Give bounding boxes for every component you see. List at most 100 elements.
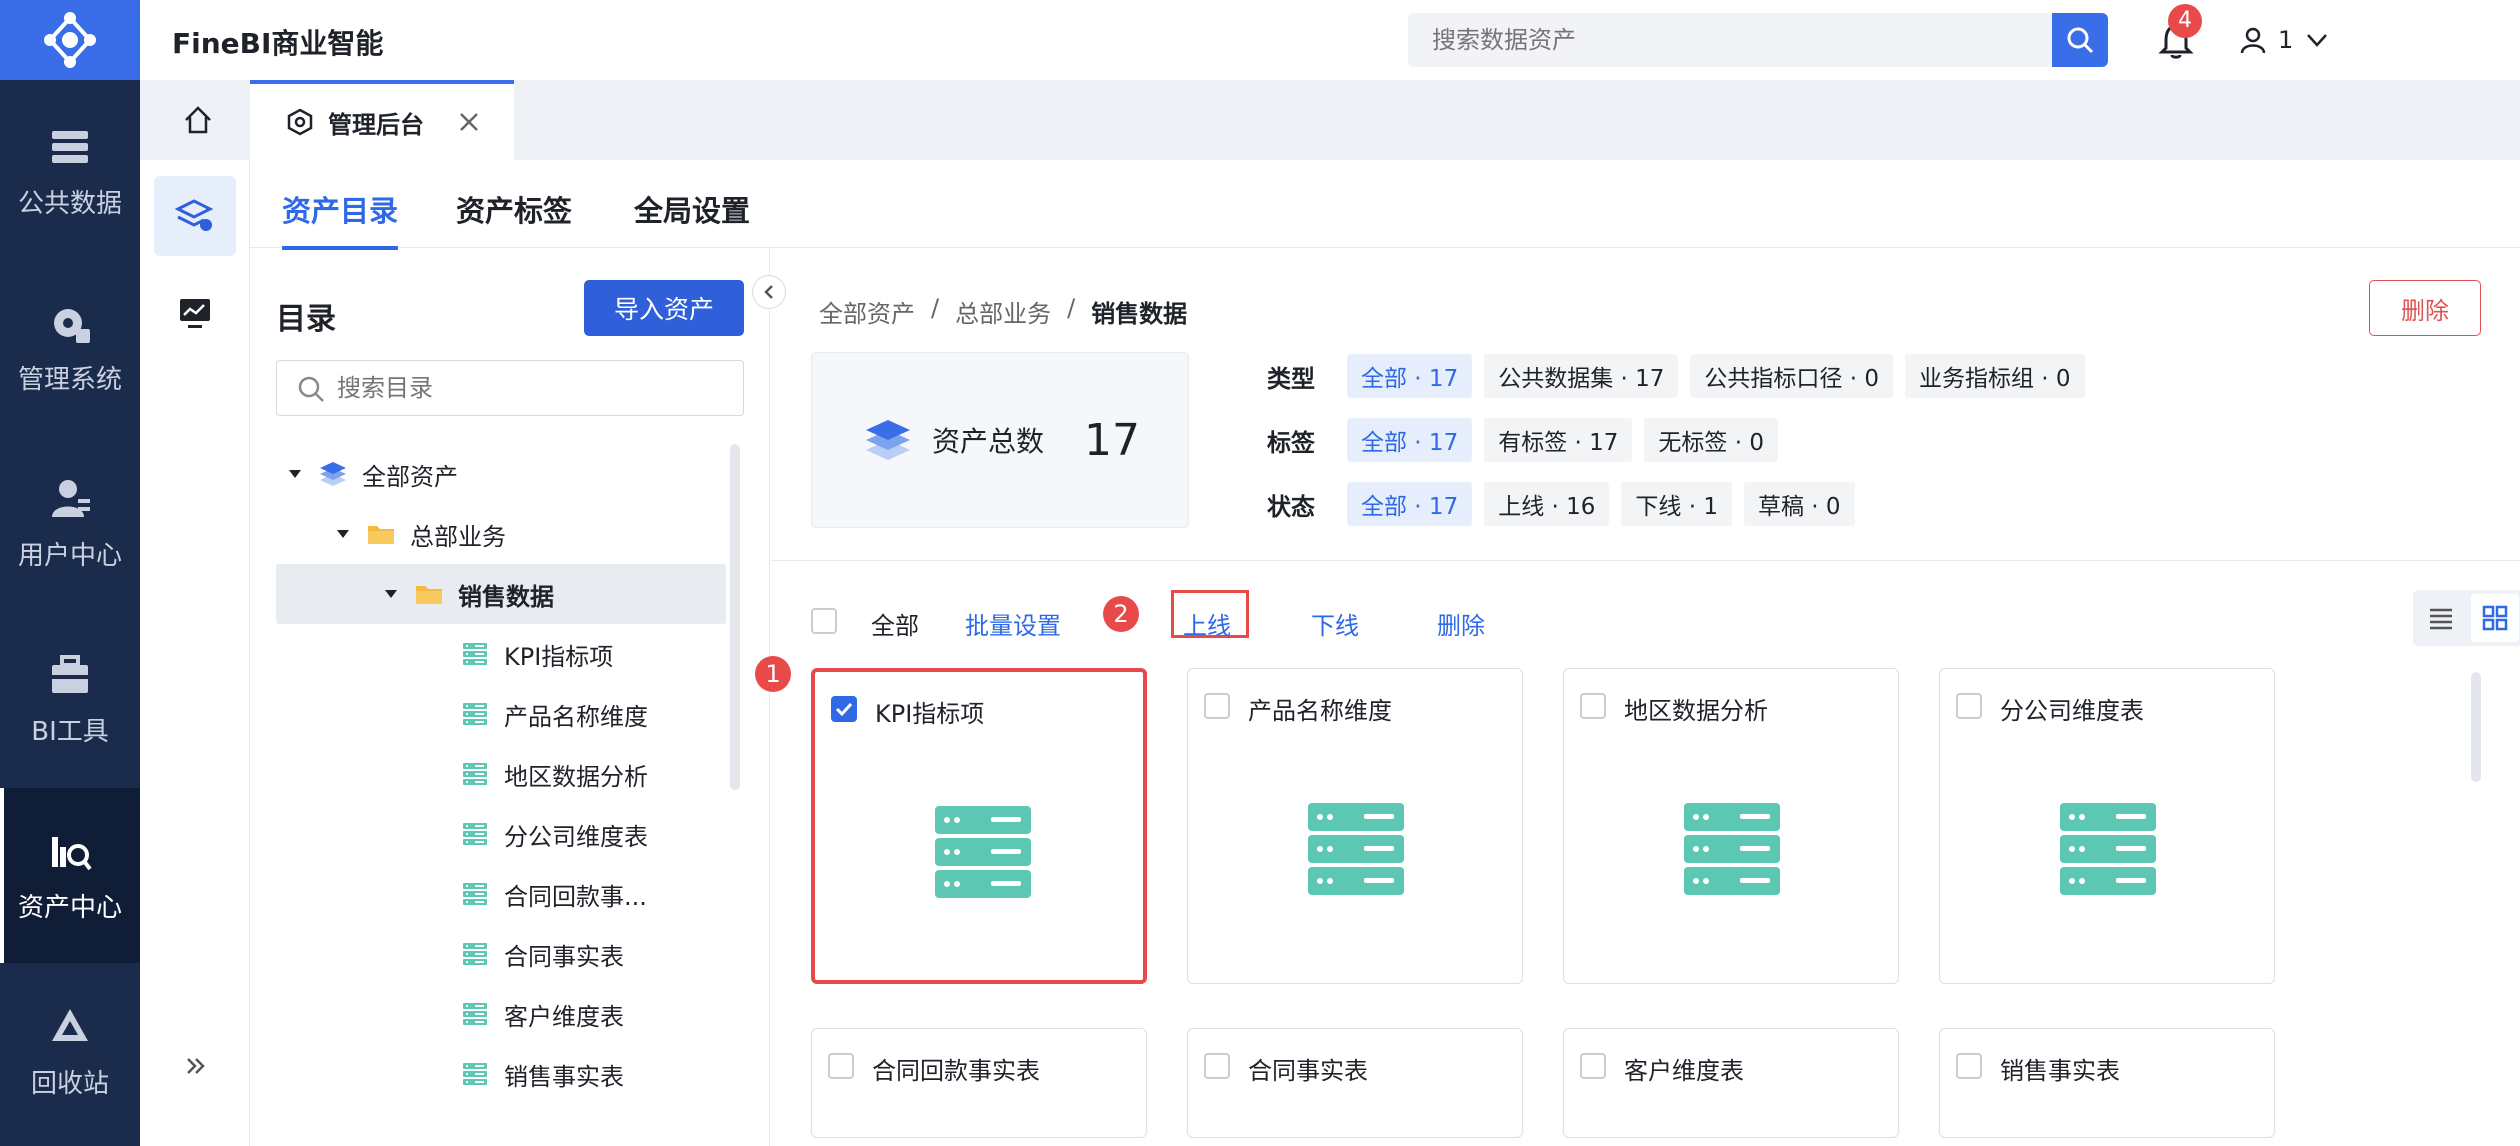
- tab-strip: 管理后台: [140, 80, 2520, 160]
- asset-card-checkbox[interactable]: [1956, 1053, 1982, 1079]
- asset-card-checkbox[interactable]: [1956, 693, 1982, 719]
- filter-chip[interactable]: 草稿 · 0: [1743, 482, 1855, 526]
- offline-link[interactable]: 下线: [1311, 606, 1359, 641]
- asset-card-title: 合同事实表: [1248, 1057, 1368, 1085]
- database-icon: [52, 131, 88, 163]
- tab-global-settings[interactable]: 全局设置: [634, 188, 750, 246]
- asset-card[interactable]: 合同事实表: [1187, 1028, 1523, 1138]
- nav-management[interactable]: 管理系统: [0, 260, 140, 435]
- tree-node[interactable]: 销售事实表: [276, 1044, 726, 1104]
- tree-node-label: KPI指标项: [504, 642, 614, 671]
- asset-card-checkbox[interactable]: [1204, 693, 1230, 719]
- tree-node[interactable]: 总部业务: [276, 504, 726, 564]
- grid-icon: [2482, 605, 2508, 631]
- import-asset-button[interactable]: 导入资产: [584, 280, 744, 336]
- filter-chip[interactable]: 无标签 · 0: [1644, 418, 1778, 462]
- monitor-chart-icon: [180, 299, 210, 328]
- tab-asset-tags[interactable]: 资产标签: [456, 188, 572, 246]
- grid-view-button[interactable]: [2471, 594, 2519, 642]
- nav-bi-tools[interactable]: BI工具: [0, 612, 140, 787]
- tree-node[interactable]: KPI指标项: [276, 624, 726, 684]
- filter-type-row: 类型 全部 · 17 公共数据集 · 17 公共指标口径 · 0 业务指标组 ·…: [1267, 354, 2085, 398]
- tree-node-label: 销售数据: [458, 582, 554, 611]
- select-all-checkbox[interactable]: [811, 608, 837, 634]
- tree-node[interactable]: 合同事实表: [276, 924, 726, 984]
- tree-node[interactable]: 销售数据: [276, 564, 726, 624]
- directory-search-input[interactable]: [337, 361, 737, 415]
- asset-card[interactable]: 合同回款事实表: [811, 1028, 1147, 1138]
- tree-node[interactable]: 合同回款事...: [276, 864, 726, 924]
- tree-node[interactable]: 全部资产: [276, 444, 726, 504]
- tab-asset-catalog[interactable]: 资产目录: [282, 188, 399, 250]
- side-asset-catalog[interactable]: [154, 176, 236, 256]
- asset-card-checkbox[interactable]: [1204, 1053, 1230, 1079]
- tree-node-label: 总部业务: [410, 522, 506, 551]
- nav-user-center[interactable]: 用户中心: [0, 436, 140, 611]
- filter-chip[interactable]: 业务指标组 · 0: [1904, 354, 2085, 398]
- filter-chip[interactable]: 全部 · 17: [1347, 418, 1473, 462]
- grid-scrollbar[interactable]: [2471, 672, 2481, 782]
- expand-double-chevron-icon[interactable]: [182, 1052, 210, 1080]
- tree-node-label: 产品名称维度: [504, 702, 648, 731]
- filter-chip[interactable]: 公共数据集 · 17: [1484, 354, 1679, 398]
- caret-down-icon[interactable]: [286, 465, 304, 483]
- filter-chip[interactable]: 全部 · 17: [1347, 482, 1473, 526]
- tree-node[interactable]: 分公司维度表: [276, 804, 726, 864]
- asset-card[interactable]: KPI指标项: [811, 668, 1147, 984]
- side-monitor[interactable]: [154, 272, 236, 352]
- tree-scrollbar[interactable]: [730, 444, 740, 790]
- notification-badge: 4: [2168, 4, 2202, 38]
- caret-down-icon[interactable]: [382, 585, 400, 603]
- tree-node-label: 客户维度表: [504, 1002, 624, 1031]
- gear-icon: [54, 309, 90, 343]
- tab-admin[interactable]: 管理后台: [250, 80, 514, 160]
- tree-node[interactable]: 产品名称维度: [276, 684, 726, 744]
- asset-card[interactable]: 产品名称维度: [1187, 668, 1523, 984]
- global-search-input[interactable]: [1408, 13, 2054, 67]
- breadcrumb-mid[interactable]: 总部业务: [955, 294, 1051, 329]
- filter-chip[interactable]: 下线 · 1: [1621, 482, 1732, 526]
- asset-card[interactable]: 地区数据分析: [1563, 668, 1899, 984]
- asset-main: 全部资产 / 总部业务 / 销售数据 删除 资产总数 17 类型 全部 · 17…: [755, 248, 2520, 1146]
- tree-node[interactable]: 地区数据分析: [276, 744, 726, 804]
- database-table-icon: [1684, 803, 1780, 895]
- asset-card-checkbox[interactable]: [1580, 1053, 1606, 1079]
- filter-chip[interactable]: 上线 · 16: [1484, 482, 1610, 526]
- breadcrumb-root[interactable]: 全部资产: [819, 294, 915, 329]
- table-icon: [463, 943, 487, 965]
- tree-node[interactable]: 客户维度表: [276, 984, 726, 1044]
- nav-label: BI工具: [31, 717, 109, 747]
- asset-card[interactable]: 销售事实表: [1939, 1028, 2275, 1138]
- logo-icon: [44, 12, 96, 68]
- logo[interactable]: [0, 0, 140, 80]
- user-menu[interactable]: 1: [2238, 20, 2331, 60]
- delete-folder-button[interactable]: 删除: [2369, 280, 2481, 336]
- close-icon[interactable]: [456, 109, 482, 135]
- online-link[interactable]: 上线: [1183, 606, 1231, 641]
- search-button[interactable]: [2052, 13, 2108, 67]
- asset-card[interactable]: 客户维度表: [1563, 1028, 1899, 1138]
- asset-card-checkbox[interactable]: [828, 1053, 854, 1079]
- caret-down-icon[interactable]: [334, 525, 352, 543]
- annotation-marker-1: 1: [755, 656, 791, 692]
- filter-chip[interactable]: 全部 · 17: [1347, 354, 1473, 398]
- asset-card-checkbox[interactable]: [1580, 693, 1606, 719]
- table-icon: [463, 1063, 487, 1085]
- home-icon[interactable]: [180, 102, 216, 138]
- search-icon: [298, 376, 324, 402]
- tree-node-label: 全部资产: [362, 462, 458, 491]
- batch-settings-link[interactable]: 批量设置: [965, 606, 1061, 641]
- delete-link[interactable]: 删除: [1437, 606, 1485, 641]
- filter-chip[interactable]: 公共指标口径 · 0: [1690, 354, 1893, 398]
- asset-total-label: 资产总数: [932, 425, 1045, 458]
- filter-chip[interactable]: 有标签 · 17: [1484, 418, 1633, 462]
- select-all-label[interactable]: 全部: [871, 606, 919, 641]
- tree-node-label: 合同事实表: [504, 942, 624, 971]
- list-view-button[interactable]: [2417, 594, 2465, 642]
- nav-recycle-bin[interactable]: 回收站: [0, 964, 140, 1139]
- asset-card[interactable]: 分公司维度表: [1939, 668, 2275, 984]
- nav-asset-center[interactable]: 资产中心: [0, 788, 140, 963]
- nav-label: 资产中心: [17, 893, 122, 923]
- nav-public-data[interactable]: 公共数据: [0, 84, 140, 259]
- asset-card-checkbox[interactable]: [831, 696, 857, 722]
